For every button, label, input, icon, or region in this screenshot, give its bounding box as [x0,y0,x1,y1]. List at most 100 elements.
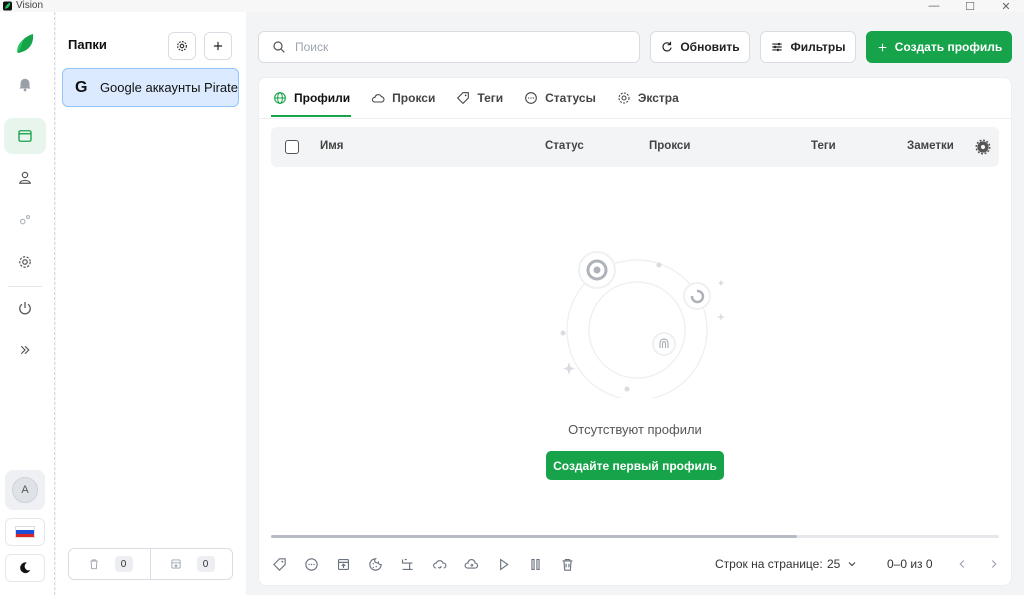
create-profile-button[interactable]: Создать профиль [866,31,1012,63]
refresh-button[interactable]: Обновить [650,31,750,63]
pause-icon [530,558,540,570]
notifications-button[interactable] [4,66,46,102]
create-first-profile-button[interactable]: Создайте первый профиль [546,451,724,480]
folders-panel: Папки G Google аккаунты Pirate 0 0 [56,12,246,595]
folder-footer: 0 0 [68,548,233,580]
cookie-icon [368,557,382,571]
folder-item[interactable]: G Google аккаунты Pirate [62,68,239,107]
next-page-button[interactable] [985,555,1003,573]
tab-profiles[interactable]: Профили [271,78,352,118]
folders-title: Папки [68,37,107,52]
plus-icon [878,43,887,51]
double-chevron-right-icon [20,345,30,355]
folder-settings-button[interactable] [168,32,196,60]
language-button[interactable] [5,518,45,546]
horizontal-scrollbar[interactable] [271,535,999,538]
rail-divider [8,286,42,287]
power-icon [19,302,31,315]
expand-rail-button[interactable] [4,332,46,368]
tag-icon [457,92,470,105]
chevron-right-icon [991,560,997,568]
globe-icon [274,92,286,104]
trash-icon [90,559,97,570]
plus-icon [213,41,223,51]
theme-toggle[interactable] [5,554,45,582]
tab-bar: Профили Прокси Теги Статусы Экстра [271,78,680,118]
app-logo-icon [3,1,12,11]
bulk-tag-button[interactable] [269,554,289,574]
refresh-label: Обновить [680,40,740,54]
nav-automation[interactable] [4,202,46,238]
browser-window-icon [18,130,32,142]
power-button[interactable] [4,290,46,326]
column-settings-icon[interactable] [974,138,992,156]
search-icon [273,41,285,53]
bulk-status-button[interactable] [301,554,321,574]
tag-icon [272,557,286,571]
tab-label: Статусы [545,91,596,105]
nav-profiles[interactable] [4,118,46,154]
account-button[interactable]: A [5,470,45,510]
bulk-stop-button[interactable] [525,554,545,574]
column-notes[interactable]: Заметки [907,140,954,152]
table-header: Имя Статус Прокси Теги Заметки [271,127,999,167]
minimize-button[interactable]: — [916,0,952,12]
bulk-delete-button[interactable] [557,554,577,574]
prev-page-button[interactable] [953,555,971,573]
tab-extra[interactable]: Экстра [615,78,680,118]
empty-state-illustration [560,251,725,398]
rows-per-page-label: Строк на странице: [715,557,823,571]
refresh-icon [662,41,672,52]
folder-label: Google аккаунты Pirate [99,80,238,95]
google-icon: G [75,78,88,96]
pagination-range: 0–0 из 0 [887,557,933,571]
close-button[interactable]: ✕ [988,0,1024,13]
bell-icon [19,78,31,92]
gear-icon [618,92,630,104]
bulk-proxy-button[interactable] [397,554,417,574]
tab-label: Теги [477,91,504,105]
nav-rail: A [0,12,55,595]
tab-label: Прокси [392,91,436,105]
rows-per-page-select[interactable]: 25 [827,557,858,571]
bulk-cloud-transfer-button[interactable] [461,554,481,574]
tab-proxies[interactable]: Прокси [369,78,436,118]
column-name[interactable]: Имя [320,140,343,152]
search-box[interactable] [258,31,640,63]
bulk-start-button[interactable] [493,554,513,574]
archive-button[interactable]: 0 [150,549,232,579]
network-icon [401,558,412,570]
maximize-button[interactable]: ☐ [952,0,988,13]
add-folder-button[interactable] [204,32,232,60]
trash-count: 0 [114,556,133,572]
leaf-logo-icon [17,34,34,53]
column-proxy[interactable]: Прокси [649,140,690,152]
chevron-down-icon [849,562,856,567]
tab-statuses[interactable]: Статусы [522,78,597,118]
cloud-transfer-icon [464,558,478,569]
bulk-sync-button[interactable] [429,554,449,574]
bulk-export-button[interactable] [333,554,353,574]
column-status[interactable]: Статус [545,140,584,152]
bulk-actions-bar: Строк на странице: 25 0–0 из 0 [259,544,1011,584]
window-title: Vision [16,0,44,11]
nav-settings[interactable] [4,244,46,280]
title-bar: Vision [0,0,1024,12]
tab-tags[interactable]: Теги [454,78,504,118]
brand-logo[interactable] [4,26,46,62]
archive-icon [170,559,181,569]
filters-button[interactable]: Фильтры [760,31,856,63]
column-tags[interactable]: Теги [811,140,836,152]
tabs-divider [259,118,1011,119]
bulk-cookies-button[interactable] [365,554,385,574]
select-all-checkbox[interactable] [285,140,299,154]
scrollbar-thumb[interactable] [271,535,797,538]
upload-box-icon [337,558,349,570]
search-input[interactable] [295,40,615,54]
nav-users[interactable] [4,160,46,196]
trash-button[interactable]: 0 [69,549,150,579]
avatar: A [12,477,38,503]
filters-label: Фильтры [790,40,846,54]
gears-icon [19,214,31,225]
russian-flag-icon [15,526,35,538]
